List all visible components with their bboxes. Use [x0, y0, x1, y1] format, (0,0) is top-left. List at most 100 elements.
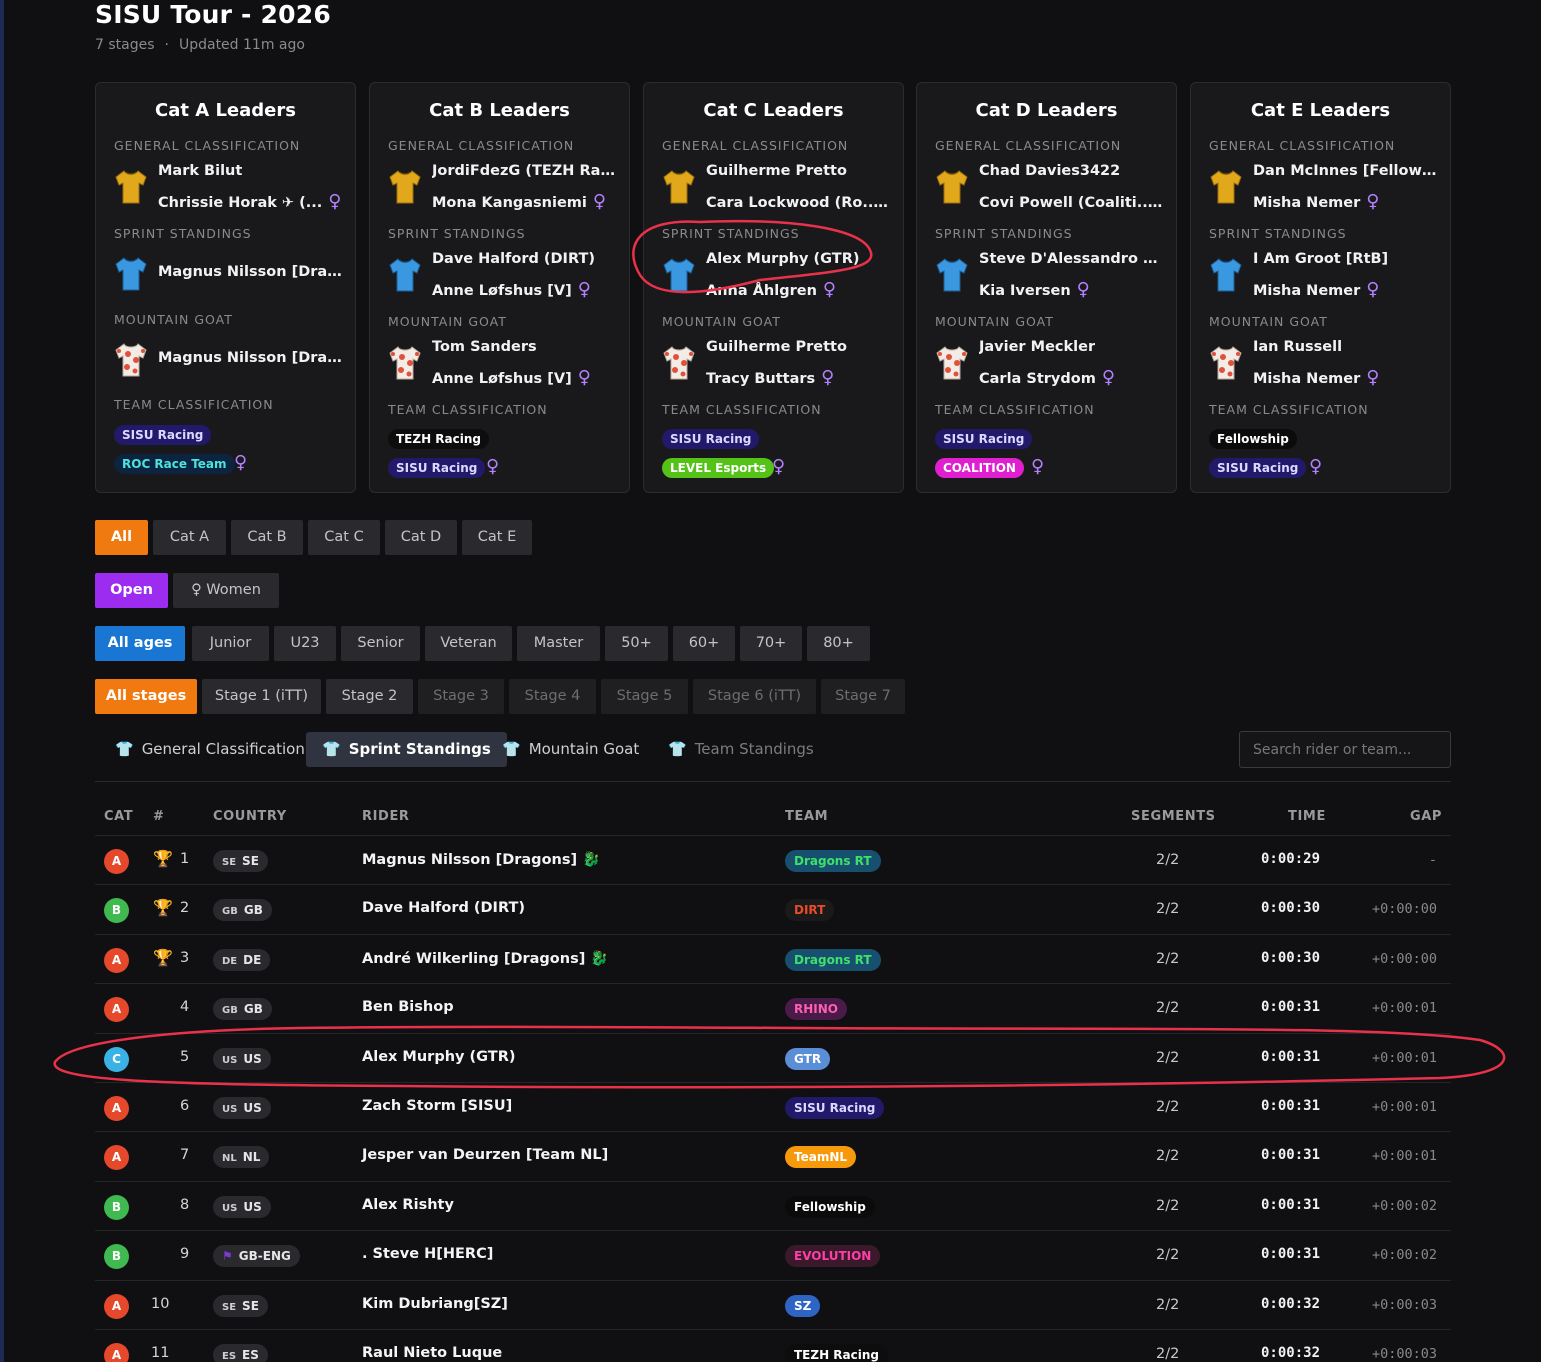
filter-category-4[interactable]: Cat D [385, 520, 457, 555]
team-leader-badge[interactable]: SISU Racing [662, 429, 760, 449]
header-time[interactable]: TIME [1288, 809, 1326, 824]
table-row[interactable]: A 🏆 1 SE SE Magnus Nilsson [Dragons] 🐉 Dragons… [95, 835, 1451, 884]
filter-stage-0[interactable]: All stages [95, 679, 197, 714]
team-women-badge[interactable]: ROC Race Team [114, 454, 235, 474]
team-badge[interactable]: TEZH Racing [785, 1344, 889, 1362]
filter-age-8[interactable]: 70+ [740, 626, 802, 661]
filter-stage-1[interactable]: Stage 1 (iTT) [202, 679, 321, 714]
table-row[interactable]: C 5 US US Alex Murphy (GTR) GTR 2/2 0:00:31 +0:0… [95, 1032, 1451, 1082]
mountain-women-leader[interactable]: Tracy Buttars ♀ [706, 367, 834, 388]
rider-name[interactable]: . Steve H[HERC] [362, 1246, 493, 1262]
team-badge[interactable]: TeamNL [785, 1146, 857, 1169]
mountain-women-leader[interactable]: Misha Nemer ♀ [1253, 367, 1379, 388]
filter-age-5[interactable]: Master [517, 626, 600, 661]
sprint-women-leader[interactable]: Anne Løfshus [V] ♀ [432, 279, 591, 300]
filter-gender-0[interactable]: Open [95, 573, 168, 608]
mountain-leader[interactable]: Ian Russell [1253, 339, 1342, 355]
team-badge[interactable]: SISU Racing [785, 1097, 885, 1119]
gc-leader[interactable]: JordiFdezG (TEZH Racin... [432, 163, 617, 179]
team-badge[interactable]: GTR [785, 1047, 831, 1070]
gc-leader[interactable]: Chad Davies3422 [979, 163, 1120, 179]
sprint-women-leader[interactable]: Misha Nemer ♀ [1253, 279, 1379, 300]
team-leader-badge[interactable]: SISU Racing [114, 425, 212, 445]
mountain-leader[interactable]: Magnus Nilsson [Drago... [158, 350, 343, 366]
rider-name[interactable]: Zach Storm [SISU] [362, 1098, 512, 1114]
team-badge[interactable]: EVOLUTION [785, 1245, 881, 1268]
filter-age-9[interactable]: 80+ [807, 626, 870, 661]
filter-category-2[interactable]: Cat B [231, 520, 303, 555]
team-women-badge[interactable]: SISU Racing [388, 458, 486, 478]
filter-stage-5[interactable]: Stage 5 [601, 679, 688, 714]
rider-name[interactable]: Jesper van Deurzen [Team NL] [362, 1147, 608, 1163]
filter-category-3[interactable]: Cat C [308, 520, 380, 555]
rider-name[interactable]: Alex Murphy (GTR) [362, 1049, 516, 1065]
filter-age-2[interactable]: U23 [274, 626, 336, 661]
rider-name[interactable]: André Wilkerling [Dragons] 🐉 [362, 950, 608, 967]
table-row[interactable]: B 🏆 2 GB GB Dave Halford (DIRT) DIRT 2/2 0:00:30… [95, 884, 1451, 933]
team-leader-badge[interactable]: Fellowship [1209, 429, 1297, 449]
sprint-leader[interactable]: Alex Murphy (GTR) [706, 251, 860, 267]
team-badge[interactable]: Fellowship [785, 1195, 875, 1218]
mountain-leader[interactable]: Guilherme Pretto [706, 339, 847, 355]
rider-name[interactable]: Dave Halford (DIRT) [362, 900, 525, 916]
table-row[interactable]: A 11 ES ES Raul Nieto Luque TEZH Racing 2/2 0:0… [95, 1329, 1451, 1362]
rider-name[interactable]: Magnus Nilsson [Dragons] 🐉 [362, 851, 600, 868]
rider-name[interactable]: Kim Dubriang[SZ] [362, 1296, 508, 1312]
filter-stage-3[interactable]: Stage 3 [418, 679, 504, 714]
mountain-women-leader[interactable]: Anne Løfshus [V] ♀ [432, 367, 591, 388]
team-badge[interactable]: RHINO [785, 998, 847, 1021]
filter-category-5[interactable]: Cat E [462, 520, 532, 555]
team-badge[interactable]: SZ [785, 1294, 821, 1317]
sprint-leader[interactable]: Magnus Nilsson [Drago... [158, 264, 343, 280]
table-row[interactable]: B 8 US US Alex Rishty Fellowship 2/2 0:00:31 +0:… [95, 1180, 1451, 1230]
table-row[interactable]: A 4 GB GB Ben Bishop RHINO 2/2 0:00:31 +0:00:01 [95, 983, 1451, 1032]
team-badge[interactable]: Dragons RT [785, 948, 881, 971]
sprint-leader[interactable]: I Am Groot [RtB] [1253, 251, 1388, 267]
tab-sprint-standings[interactable]: 👕 Sprint Standings [306, 732, 507, 767]
gc-women-leader[interactable]: Mona Kangasniemi ♀ [432, 191, 606, 212]
filter-age-6[interactable]: 50+ [605, 626, 668, 661]
header-cat[interactable]: CAT [104, 809, 133, 824]
header-gap[interactable]: GAP [1410, 809, 1442, 824]
rider-name[interactable]: Ben Bishop [362, 999, 454, 1015]
filter-category-0[interactable]: All [95, 520, 148, 555]
sprint-women-leader[interactable]: Kia Iversen ♀ [979, 279, 1090, 300]
filter-category-1[interactable]: Cat A [153, 520, 226, 555]
gc-women-leader[interactable]: Chrissie Horak ✈ (... ♀ [158, 191, 341, 212]
sprint-women-leader[interactable]: Anna Åhlgren ♀ [706, 279, 836, 300]
team-badge[interactable]: Dragons RT [785, 850, 881, 872]
team-women-badge[interactable]: SISU Racing [1209, 458, 1307, 478]
gc-women-leader[interactable]: Covi Powell (Coaliti...♀ [979, 191, 1164, 212]
mountain-leader[interactable]: Tom Sanders [432, 339, 537, 355]
header-country[interactable]: COUNTRY [213, 809, 287, 824]
header-team[interactable]: TEAM [785, 809, 828, 824]
filter-stage-7[interactable]: Stage 7 [821, 679, 905, 714]
filter-age-7[interactable]: 60+ [673, 626, 735, 661]
tab-team-standings[interactable]: 👕 Team Standings [652, 732, 830, 767]
sprint-leader[interactable]: Steve D'Alessandro (Co... [979, 251, 1164, 267]
team-badge[interactable]: DIRT [785, 899, 835, 922]
header-position[interactable]: # [153, 809, 165, 824]
team-leader-badge[interactable]: TEZH Racing [388, 429, 490, 449]
gc-leader[interactable]: Dan McInnes [Fellowship] [1253, 163, 1438, 179]
table-row[interactable]: A 🏆 3 DE DE André Wilkerling [Dragons] 🐉 Drago… [95, 933, 1451, 983]
table-row[interactable]: A 10 SE SE Kim Dubriang[SZ] SZ 2/2 0:00:32 +0:00… [95, 1279, 1451, 1329]
filter-age-1[interactable]: Junior [192, 626, 269, 661]
tab-general-classification[interactable]: 👕 General Classification [99, 732, 321, 767]
header-segments[interactable]: SEGMENTS [1131, 809, 1216, 824]
search-input[interactable] [1239, 731, 1451, 768]
rider-name[interactable]: Raul Nieto Luque [362, 1345, 502, 1361]
filter-age-0[interactable]: All ages [95, 626, 185, 661]
header-rider[interactable]: RIDER [362, 809, 410, 824]
team-women-badge[interactable]: LEVEL Esports [662, 458, 775, 478]
rider-name[interactable]: Alex Rishty [362, 1197, 454, 1213]
table-row[interactable]: A 6 US US Zach Storm [SISU] SISU Racing 2/2 0:0… [95, 1082, 1451, 1131]
table-row[interactable]: A 7 NL NL Jesper van Deurzen [Team NL] TeamNL… [95, 1131, 1451, 1180]
filter-gender-1[interactable]: ♀ Women [173, 573, 279, 608]
tab-mountain-goat[interactable]: 👕 Mountain Goat [486, 732, 655, 767]
team-women-badge[interactable]: COALITION [935, 458, 1024, 478]
filter-age-3[interactable]: Senior [341, 626, 420, 661]
gc-women-leader[interactable]: Cara Lockwood (Ro...♀ [706, 191, 891, 212]
team-leader-badge[interactable]: SISU Racing [935, 429, 1033, 449]
gc-women-leader[interactable]: Misha Nemer ♀ [1253, 191, 1379, 212]
